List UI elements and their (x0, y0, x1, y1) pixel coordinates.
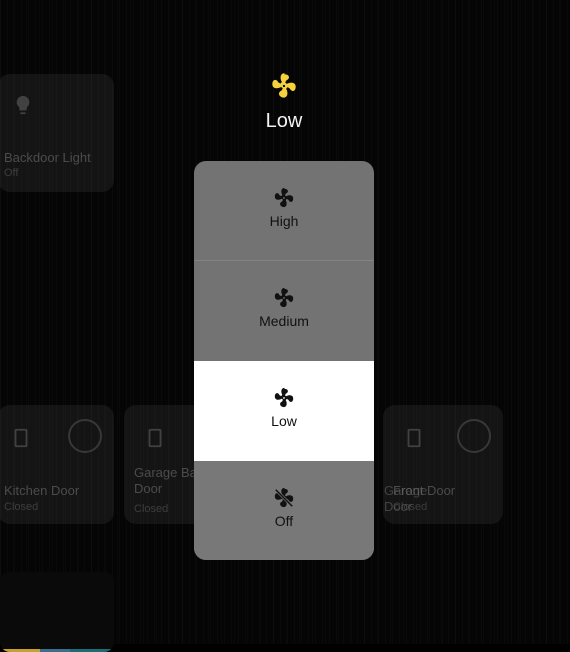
fan-icon (272, 73, 296, 98)
backdoor-light-card: Backdoor Light Off (0, 74, 114, 192)
card-state: Off (4, 167, 19, 179)
speed-option-medium[interactable]: Medium (194, 261, 374, 360)
speed-option-high[interactable]: High (194, 161, 374, 261)
fan-off-icon (274, 487, 294, 508)
front-door-card: Front Door Closed (383, 405, 503, 524)
speed-option-label: Off (274, 513, 294, 529)
card-name: Front Door (393, 483, 456, 498)
card-name: Kitchen Door (4, 483, 80, 498)
card-state: Closed (4, 501, 39, 513)
kitchen-door-card: Kitchen Door Closed (0, 405, 114, 524)
status-ring (68, 419, 102, 453)
speed-option-label: Medium (259, 313, 309, 329)
fan-icon (274, 287, 294, 308)
fan-icon (274, 187, 294, 208)
speed-option-off[interactable]: Off (194, 461, 374, 560)
current-speed-label: Low (265, 110, 303, 132)
camera-card (0, 572, 114, 652)
door-icon (407, 428, 421, 448)
speed-option-low[interactable]: Low (194, 361, 374, 461)
fan-icon (274, 387, 294, 408)
door-icon (148, 428, 162, 448)
card-state: Closed (393, 501, 428, 513)
door-icon (14, 428, 28, 448)
speed-option-label: High (269, 213, 299, 229)
status-ring (457, 419, 491, 453)
speed-option-label: Low (271, 413, 297, 429)
card-name: Backdoor Light (4, 150, 91, 165)
fan-speed-picker[interactable]: High Medium Low Off (194, 161, 374, 560)
card-state: Closed (134, 503, 169, 515)
